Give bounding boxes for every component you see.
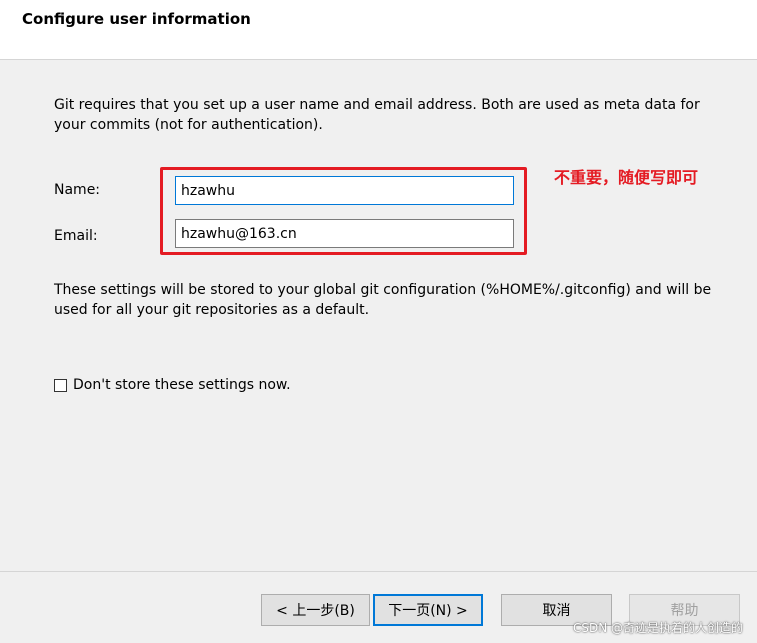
dont-store-settings-option[interactable]: Don't store these settings now.: [54, 376, 291, 394]
wizard-header: Configure user information: [0, 0, 757, 60]
footer-divider: [0, 571, 757, 572]
watermark: CSDN @奇迹是执着的人创造的: [572, 621, 743, 635]
name-label: Name:: [54, 182, 101, 198]
annotation-text: 不重要，随便写即可: [554, 168, 699, 187]
email-input[interactable]: [175, 219, 514, 248]
back-button[interactable]: < 上一步(B): [261, 594, 370, 626]
name-input[interactable]: [175, 176, 514, 205]
dont-store-settings-label: Don't store these settings now.: [73, 377, 291, 393]
email-label: Email:: [54, 228, 98, 244]
page-title: Configure user information: [22, 10, 251, 28]
settings-info-text: These settings will be stored to your gl…: [54, 282, 712, 318]
next-button[interactable]: 下一页(N) >: [373, 594, 483, 626]
intro-text: Git requires that you set up a user name…: [54, 97, 700, 133]
dont-store-settings-checkbox[interactable]: [54, 378, 67, 392]
